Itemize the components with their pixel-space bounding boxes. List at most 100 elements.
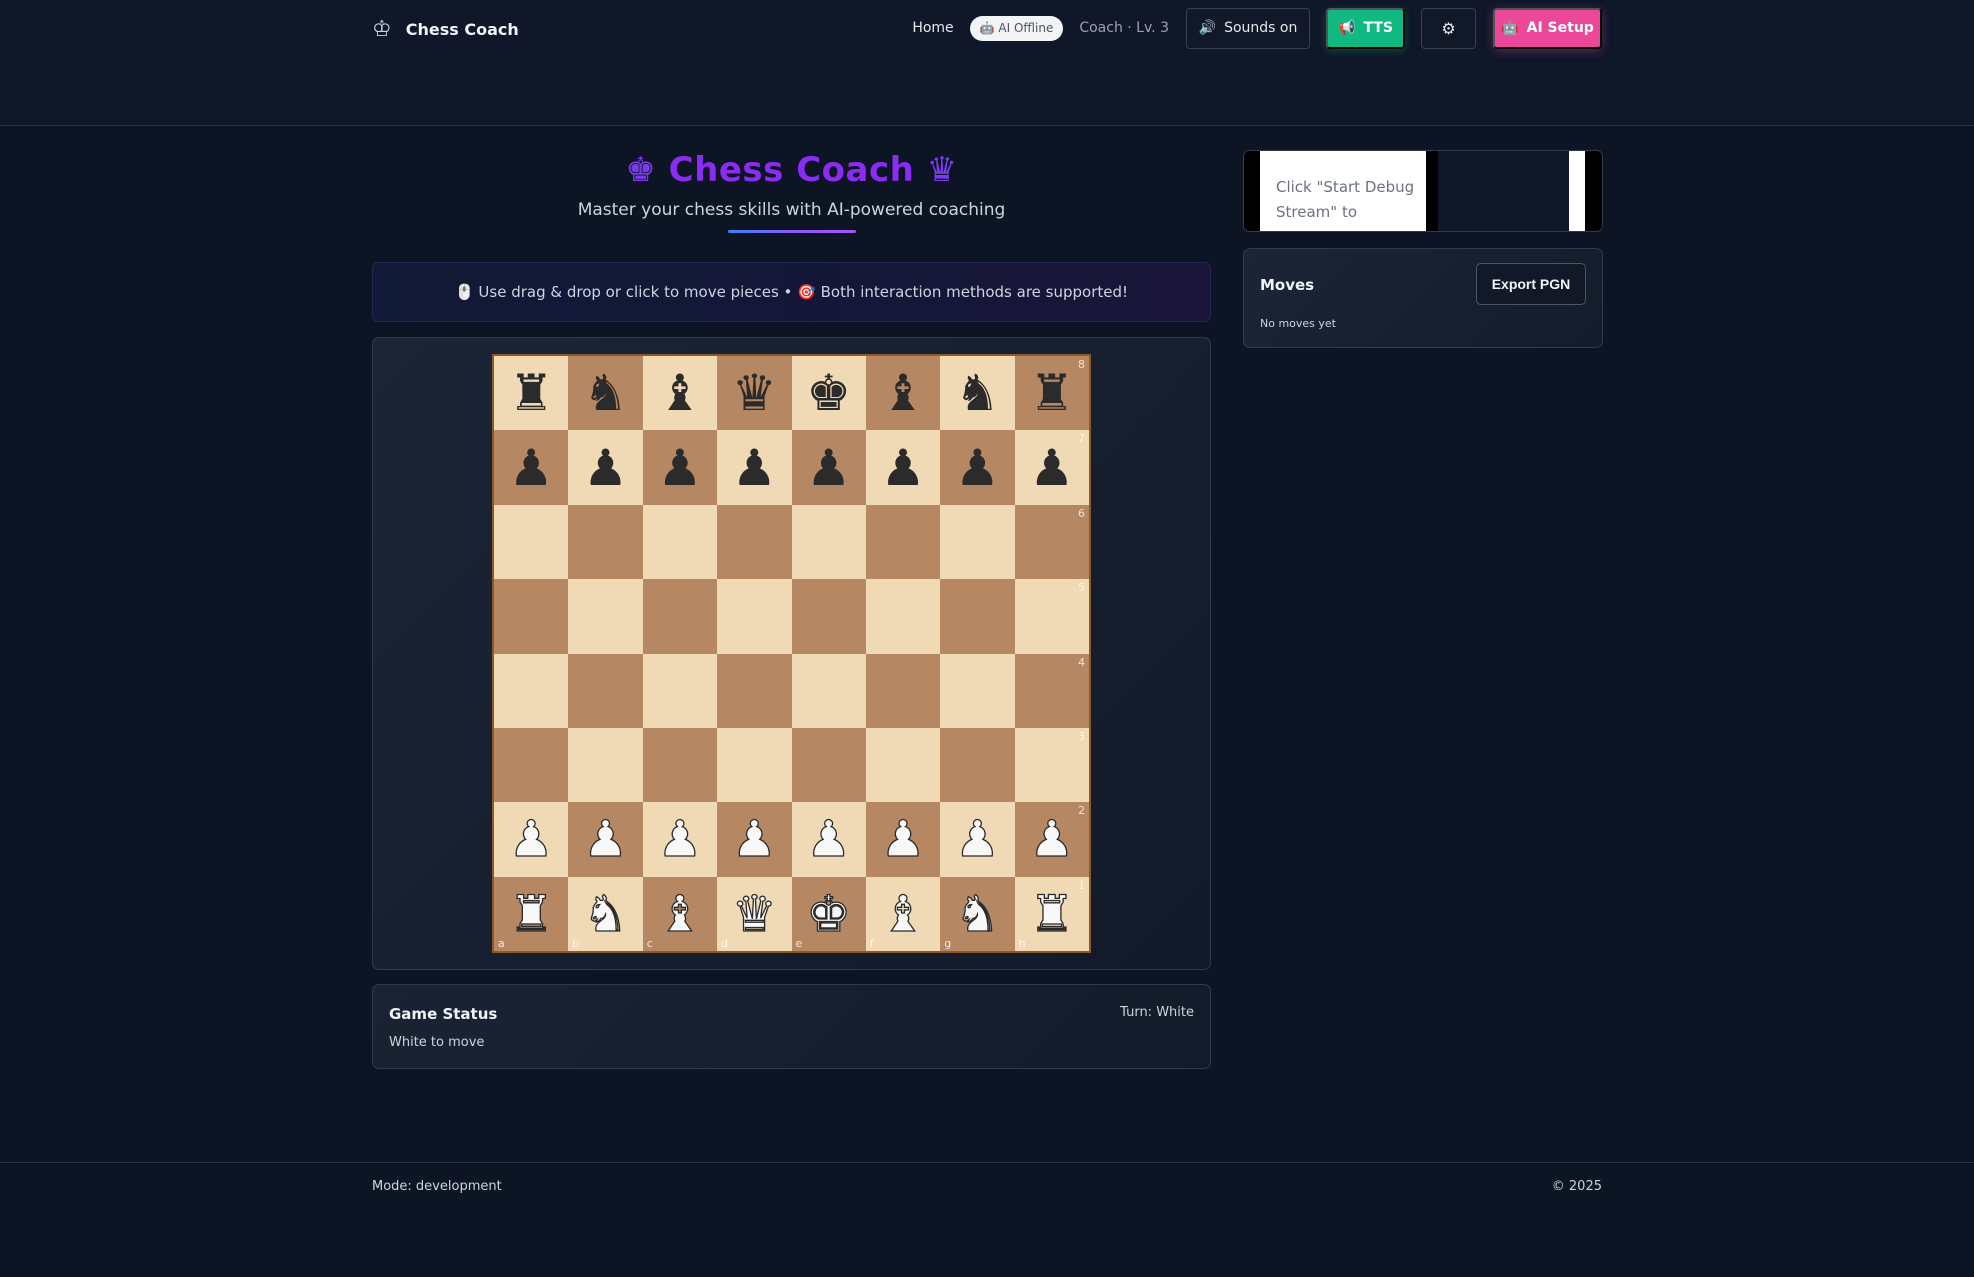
white-pawn-piece[interactable]: ♟ [657,814,703,865]
square-b2[interactable]: ♟ [568,802,643,877]
square-f1[interactable]: ♝ f [865,876,941,951]
square-a4[interactable] [494,653,569,728]
square-g8[interactable]: ♞ [940,356,1015,431]
square-b8[interactable]: ♞ [568,356,643,431]
square-f2[interactable]: ♟ [865,802,941,877]
square-e7[interactable]: ♟ [791,430,866,505]
square-h2[interactable]: ♟ 2 [1014,802,1089,877]
square-f6[interactable] [865,504,941,580]
white-queen-piece[interactable]: ♛ [731,888,777,939]
square-h6[interactable]: 6 [1014,504,1089,580]
square-e4[interactable] [791,653,866,728]
square-b5[interactable] [568,579,643,654]
white-pawn-piece[interactable]: ♟ [880,814,926,865]
square-b3[interactable] [568,727,643,803]
black-queen-piece[interactable]: ♛ [732,368,777,418]
settings-button[interactable]: ⚙ [1421,7,1476,49]
square-e2[interactable]: ♟ [791,802,866,877]
square-g6[interactable] [940,504,1015,580]
square-c1[interactable]: ♝ c [642,876,718,951]
square-b4[interactable] [568,653,643,728]
white-pawn-piece[interactable]: ♟ [731,814,777,865]
white-pawn-piece[interactable]: ♟ [806,814,852,865]
square-d4[interactable] [717,653,792,728]
square-e8[interactable]: ♚ [791,356,866,431]
white-knight-piece[interactable]: ♞ [954,888,1000,939]
white-knight-piece[interactable]: ♞ [582,888,628,939]
black-bishop-piece[interactable]: ♝ [881,368,926,418]
square-f4[interactable] [865,653,941,728]
brand[interactable]: ♔ Chess Coach [372,17,519,42]
square-a7[interactable]: ♟ [494,430,569,505]
square-f3[interactable] [865,727,941,803]
black-king-piece[interactable]: ♚ [806,368,851,418]
square-a8[interactable]: ♜ [494,356,569,431]
square-h1[interactable]: ♜ 1 h [1014,876,1089,951]
black-pawn-piece[interactable]: ♟ [732,443,777,493]
square-g3[interactable] [940,727,1015,803]
home-link[interactable]: Home [912,20,953,36]
black-bishop-piece[interactable]: ♝ [658,368,703,418]
sounds-toggle-button[interactable]: 🔊 Sounds on [1186,7,1310,49]
white-pawn-piece[interactable]: ♟ [582,814,628,865]
black-pawn-piece[interactable]: ♟ [806,443,851,493]
square-c4[interactable] [642,653,718,728]
white-pawn-piece[interactable]: ♟ [1029,814,1075,865]
square-d6[interactable] [717,504,792,580]
black-knight-piece[interactable]: ♞ [583,368,628,418]
square-c5[interactable] [642,579,718,654]
square-e6[interactable] [791,504,866,580]
square-a6[interactable] [494,504,569,580]
square-c3[interactable] [642,727,718,803]
debug-scrollbar[interactable] [1569,151,1585,231]
black-pawn-piece[interactable]: ♟ [583,443,628,493]
square-d3[interactable] [717,727,792,803]
square-c8[interactable]: ♝ [642,356,718,431]
square-g1[interactable]: ♞ g [940,876,1015,951]
white-rook-piece[interactable]: ♜ [508,888,554,939]
square-d1[interactable]: ♛ d [717,876,792,951]
square-f7[interactable]: ♟ [865,430,941,505]
square-g7[interactable]: ♟ [940,430,1015,505]
black-pawn-piece[interactable]: ♟ [1029,443,1074,493]
square-f8[interactable]: ♝ [865,356,941,431]
square-f5[interactable] [865,579,941,654]
square-c2[interactable]: ♟ [642,802,718,877]
square-b1[interactable]: ♞ b [568,876,643,951]
black-rook-piece[interactable]: ♜ [509,368,554,418]
black-pawn-piece[interactable]: ♟ [658,443,703,493]
black-pawn-piece[interactable]: ♟ [509,443,554,493]
square-e5[interactable] [791,579,866,654]
white-pawn-piece[interactable]: ♟ [954,814,1000,865]
white-rook-piece[interactable]: ♜ [1029,888,1075,939]
square-g5[interactable] [940,579,1015,654]
square-a3[interactable] [494,727,569,803]
square-a1[interactable]: ♜ a [494,876,569,951]
square-h5[interactable]: 5 [1014,579,1089,654]
square-g2[interactable]: ♟ [940,802,1015,877]
black-rook-piece[interactable]: ♜ [1029,368,1074,418]
square-h7[interactable]: ♟ 7 [1014,430,1089,505]
black-pawn-piece[interactable]: ♟ [881,443,926,493]
square-e3[interactable] [791,727,866,803]
white-bishop-piece[interactable]: ♝ [657,888,703,939]
square-a2[interactable]: ♟ [494,802,569,877]
tts-button[interactable]: 📢 TTS [1326,7,1405,49]
square-d5[interactable] [717,579,792,654]
ai-setup-button[interactable]: 🤖 AI Setup [1493,7,1602,49]
black-pawn-piece[interactable]: ♟ [955,443,1000,493]
square-h3[interactable]: 3 [1014,727,1089,803]
square-c7[interactable]: ♟ [642,430,718,505]
white-pawn-piece[interactable]: ♟ [508,814,554,865]
square-h8[interactable]: ♜ 8 [1014,356,1089,431]
export-pgn-button[interactable]: Export PGN [1476,263,1586,305]
square-b6[interactable] [568,504,643,580]
black-knight-piece[interactable]: ♞ [955,368,1000,418]
white-king-piece[interactable]: ♚ [806,888,852,939]
square-h4[interactable]: 4 [1014,653,1089,728]
square-e1[interactable]: ♚ e [791,876,866,951]
square-g4[interactable] [940,653,1015,728]
square-b7[interactable]: ♟ [568,430,643,505]
white-bishop-piece[interactable]: ♝ [880,888,926,939]
square-a5[interactable] [494,579,569,654]
